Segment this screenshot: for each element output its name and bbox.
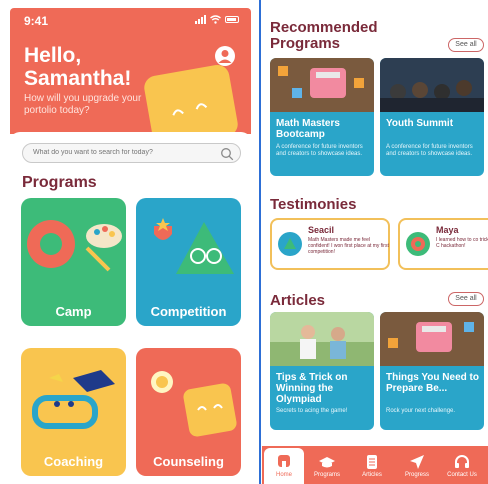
nav-programs[interactable]: Programs — [307, 450, 347, 482]
prepare-image — [380, 312, 484, 366]
greeting-subtitle: How will you upgrade your portolio today… — [24, 93, 142, 116]
article-description: Secrets to acing the game! — [276, 408, 348, 414]
testimony-card[interactable]: Maya I learned how to co tricky problems… — [398, 218, 488, 270]
competition-illustration — [154, 218, 234, 274]
program-card[interactable]: Math Masters Bootcamp A conference for f… — [270, 58, 374, 176]
signal-icon — [195, 15, 206, 24]
coaching-label: Coaching — [43, 454, 104, 469]
see-all-programs-button[interactable]: See all — [448, 38, 484, 52]
math-masters-image — [270, 58, 374, 112]
counseling-label: Counseling — [153, 454, 224, 469]
greeting: Hello, Samantha! — [24, 44, 131, 90]
battery-icon — [225, 16, 239, 23]
testimony-name: Maya — [436, 225, 459, 235]
nav-home[interactable]: Home — [264, 448, 304, 484]
testimony-name: Seacil — [308, 225, 335, 235]
program-title: Youth Summit — [386, 118, 454, 129]
nav-label: Articles — [362, 472, 382, 478]
status-icons — [195, 15, 239, 24]
article-card[interactable]: Things You Need to Prepare Be... Rock yo… — [380, 312, 484, 430]
search-input[interactable] — [33, 149, 203, 156]
testimony-card[interactable]: Seacil Math Masters made me feel confide… — [270, 218, 390, 270]
recommended-heading-line-2: Programs — [270, 35, 341, 52]
article-description: Rock your next challenge. — [386, 408, 456, 414]
home-screen: 9:41 Hello, Samantha! How will you upgra… — [10, 8, 251, 484]
nav-label: Programs — [313, 472, 340, 478]
program-card[interactable]: Youth Summit A conference for future inv… — [380, 58, 484, 176]
counseling-card[interactable]: Counseling — [136, 348, 241, 476]
camp-card[interactable]: Camp — [21, 198, 126, 326]
home-icon — [278, 455, 290, 467]
nav-articles[interactable]: Articles — [352, 450, 392, 482]
greeting-line-1: Hello, — [24, 44, 82, 67]
nav-label: Progress — [404, 472, 429, 478]
see-all-articles-button[interactable]: See all — [448, 292, 484, 306]
coaching-illustration — [32, 370, 115, 429]
header-banner: 9:41 Hello, Samantha! How will you upgra… — [10, 8, 251, 149]
headset-icon — [455, 455, 469, 468]
avatar — [406, 232, 430, 256]
competition-card[interactable]: Competition — [136, 198, 241, 326]
search-bar[interactable] — [22, 143, 241, 163]
document-icon — [367, 455, 377, 469]
send-icon — [410, 455, 424, 469]
olympiad-image — [270, 312, 374, 366]
programs-heading: Programs — [22, 174, 97, 191]
search-icon — [221, 148, 234, 161]
article-card[interactable]: Tips & Trick on Winning the Olympiad Sec… — [270, 312, 374, 430]
youth-summit-image — [380, 58, 484, 112]
program-description: A conference for future inventors and cr… — [276, 144, 363, 157]
nav-label: Contact Us — [447, 472, 477, 478]
coaching-card[interactable]: Coaching — [21, 348, 126, 476]
camp-illustration — [27, 220, 122, 272]
program-title: Math Masters Bootcamp — [276, 118, 340, 140]
screen-divider — [259, 0, 261, 484]
testimony-text: Math Masters made me feel confident! I w… — [308, 237, 389, 255]
graduation-cap-icon — [319, 457, 335, 468]
recommended-heading-line-1: Recommended — [270, 19, 378, 36]
article-title: Things You Need to Prepare Be... — [386, 372, 479, 394]
testimony-text: I learned how to co tricky problems. C h… — [436, 237, 488, 249]
greeting-line-2: Samantha! — [24, 67, 132, 90]
status-time: 9:41 — [24, 14, 49, 28]
testimonies-heading: Testimonies — [270, 196, 357, 213]
nav-contact-us[interactable]: Contact Us — [442, 450, 482, 482]
competition-label: Competition — [150, 304, 227, 319]
bottom-nav: Home Programs Articles Progress Contact … — [262, 446, 488, 484]
programs-screen: Recommended Programs See all Math Master… — [262, 0, 488, 484]
wifi-icon — [210, 15, 221, 24]
nav-label: Home — [275, 472, 292, 478]
article-title: Tips & Trick on Winning the Olympiad — [276, 372, 348, 405]
recommended-heading: Recommended Programs — [270, 20, 378, 52]
avatar — [278, 232, 302, 256]
counseling-illustration — [151, 371, 237, 437]
camp-label: Camp — [55, 304, 92, 319]
program-description: A conference for future inventors and cr… — [386, 144, 473, 157]
nav-progress[interactable]: Progress — [397, 450, 437, 482]
articles-heading: Articles — [270, 292, 326, 309]
